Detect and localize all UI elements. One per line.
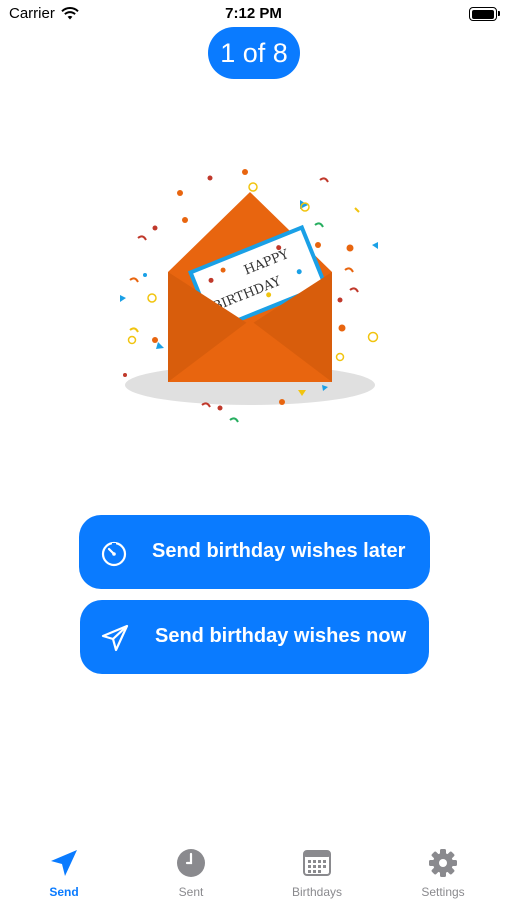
tab-settings[interactable]: Settings <box>398 847 488 899</box>
calendar-icon <box>303 850 331 876</box>
tab-sent[interactable]: Sent <box>146 847 236 899</box>
send-later-button[interactable]: Send birthday wishes later <box>79 515 430 589</box>
tab-send[interactable]: Send <box>19 847 109 899</box>
battery-level <box>471 9 494 19</box>
gear-icon <box>429 849 457 877</box>
paper-plane-icon <box>51 850 77 876</box>
send-now-button[interactable]: Send birthday wishes now <box>80 600 429 674</box>
tab-birthdays[interactable]: Birthdays <box>272 847 362 899</box>
tab-sent-label: Sent <box>178 885 204 899</box>
status-time: 7:12 PM <box>225 5 282 22</box>
page-counter: 1 of 8 <box>208 27 300 79</box>
tab-settings-label: Settings <box>421 885 465 899</box>
send-later-label: Send birthday wishes later <box>152 540 406 562</box>
tab-send-label: Send <box>49 885 79 899</box>
tab-birthdays-label: Birthdays <box>291 885 343 899</box>
birthday-envelope-illustration: HAPPY BIRTHDAY <box>120 169 379 423</box>
send-now-label: Send birthday wishes now <box>155 625 407 647</box>
battery-icon <box>469 7 500 21</box>
status-bar: Carrier 7:12 PM <box>0 0 507 30</box>
tab-bar: Send Sent Birthdays Settings <box>0 835 507 900</box>
clock-icon <box>177 849 205 877</box>
timer-icon <box>101 541 127 567</box>
paper-plane-icon <box>101 624 129 652</box>
